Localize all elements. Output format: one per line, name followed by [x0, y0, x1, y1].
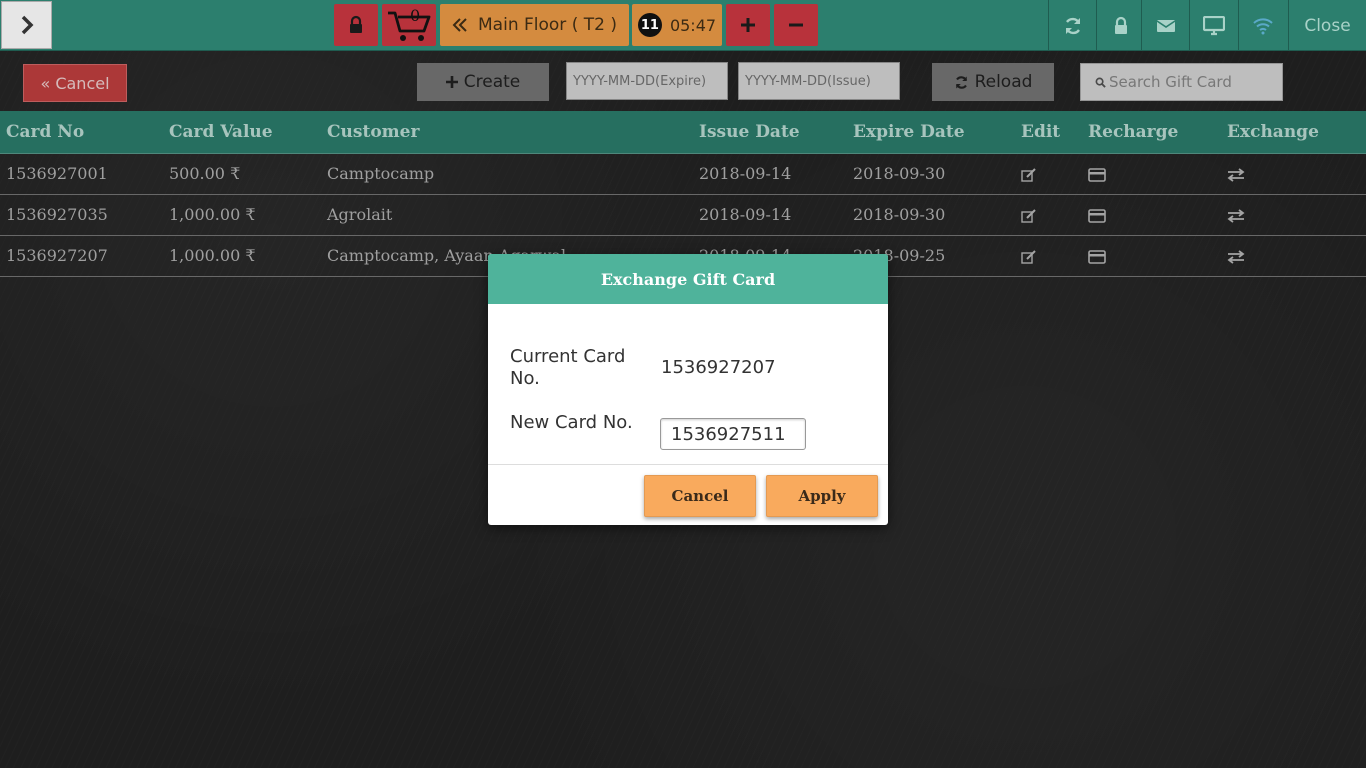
plus-icon: [741, 18, 755, 32]
new-card-label: New Card No.: [510, 412, 633, 433]
expand-sidebar-button[interactable]: [1, 1, 52, 49]
remove-order-button[interactable]: [774, 4, 818, 46]
double-chevron-left-icon: [452, 18, 467, 32]
lock-icon: [350, 15, 362, 33]
top-bar: 0 Main Floor ( T2 ) 11 05:47 Close: [0, 0, 1366, 51]
exchange-gift-card-dialog: Exchange Gift Card Current Card No. 1536…: [488, 254, 888, 525]
cart-icon: [388, 11, 431, 41]
lock-screen-button[interactable]: [1096, 0, 1144, 51]
cart-button[interactable]: 0: [382, 4, 436, 46]
refresh-icon: [1065, 17, 1080, 34]
current-card-value: 1536927207: [661, 357, 776, 378]
lock-icon: [1114, 16, 1127, 34]
minus-icon: [789, 23, 803, 27]
dialog-divider: [488, 464, 888, 465]
dialog-title: Exchange Gift Card: [488, 254, 888, 304]
clock-time: 05:47: [669, 15, 717, 35]
sync-button[interactable]: [1048, 0, 1096, 51]
messages-button[interactable]: [1141, 0, 1189, 51]
chevron-right-icon: [21, 15, 33, 35]
clock-display: 11 05:47: [632, 4, 722, 46]
dialog-apply-button[interactable]: Apply: [766, 475, 878, 517]
current-card-label: Current Card No.: [510, 346, 626, 389]
new-card-input[interactable]: [660, 418, 806, 450]
lock-order-button[interactable]: [334, 4, 378, 46]
dialog-cancel-button[interactable]: Cancel: [644, 475, 756, 517]
wifi-icon: [1252, 17, 1273, 34]
close-button[interactable]: Close: [1288, 0, 1366, 51]
floor-label: Main Floor ( T2 ): [478, 15, 617, 35]
envelope-icon: [1156, 19, 1175, 32]
add-order-button[interactable]: [726, 4, 770, 46]
monitor-icon: [1202, 15, 1225, 35]
customer-display-button[interactable]: [1189, 0, 1237, 51]
connection-status: [1238, 0, 1286, 51]
floor-selector-button[interactable]: Main Floor ( T2 ): [440, 4, 629, 46]
clock-badge: 11: [637, 13, 662, 37]
cart-count: 0: [410, 6, 421, 25]
